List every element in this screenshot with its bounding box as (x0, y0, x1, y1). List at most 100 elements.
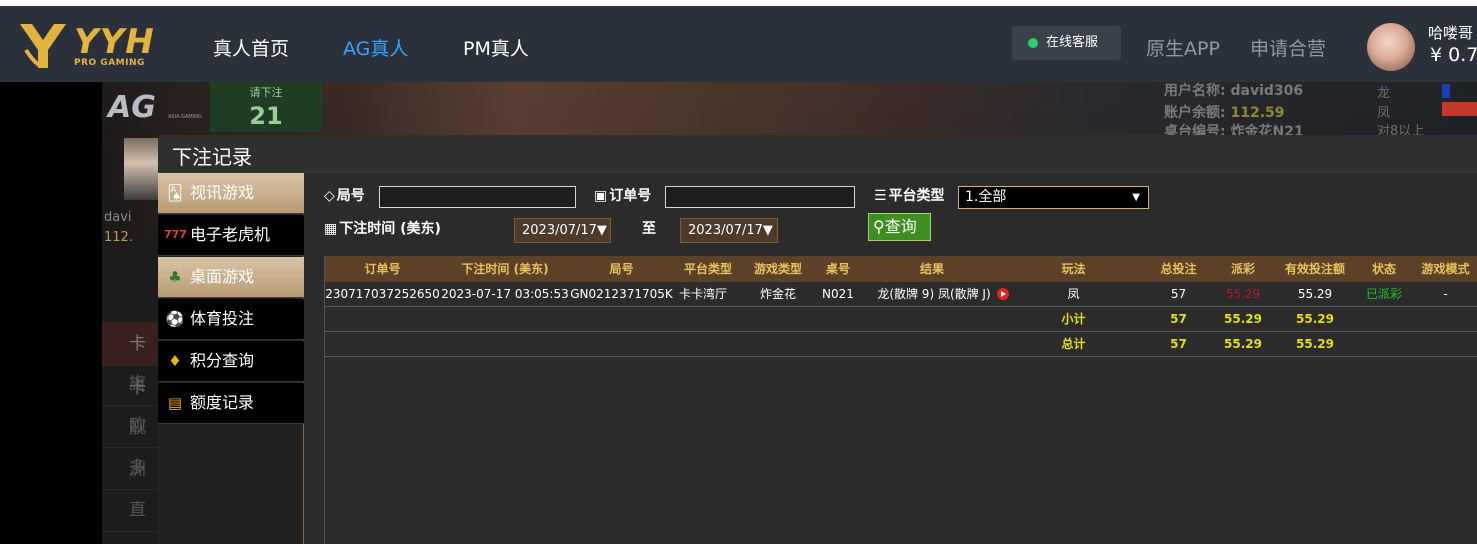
logo-text: YYH (74, 22, 155, 62)
round-input[interactable] (379, 186, 576, 208)
column-header: 游戏模式 (1421, 262, 1470, 276)
cell-platform: 卡卡湾厅 (678, 287, 727, 301)
bg-phoenix: 凤 (1377, 106, 1391, 121)
sidebar-item-slots[interactable]: 777 电子老虎机 (158, 215, 304, 256)
bg-blue-bar (1442, 84, 1450, 98)
table-row: 230717037252650 2023-07-17 03:05:53 GN02… (325, 282, 1477, 307)
cell-status: 已派彩 (1365, 287, 1402, 301)
cell-mode: - (1443, 287, 1448, 301)
user-avatar[interactable] (1367, 23, 1415, 71)
native-app-link[interactable]: 原生APP (1146, 34, 1220, 61)
logo-emblem-icon (20, 24, 66, 68)
top-header: YYH PRO GAMING 真人首页 AG真人 PM真人 在线客服 原生APP… (0, 6, 1477, 82)
cell-result: 龙(散牌 9) 凤(散牌 J) (863, 282, 1023, 306)
column-header: 平台类型 (683, 262, 732, 276)
bg-red-bar (1442, 102, 1477, 116)
total-row: 总计 57 55.29 55.29 (325, 332, 1477, 357)
bg-left-user: davi (104, 210, 132, 225)
user-name: 哈喽哥 (1428, 24, 1474, 42)
site-logo[interactable]: YYH PRO GAMING (18, 20, 154, 72)
bet-prompt: 请下注 (249, 86, 283, 99)
table-header: 订单号 下注时间 (美东) 局号 平台类型 游戏类型 桌号 结果 玩法 总投注 … (325, 256, 1477, 282)
column-header: 桌号 (825, 262, 850, 276)
cell-payout: 55.29 (1225, 287, 1261, 301)
cell-result-text: 龙(散牌 9) 凤(散牌 J) (877, 287, 991, 301)
sports-ball-icon: ⚽ (165, 310, 185, 328)
column-header: 订单号 (364, 262, 401, 276)
order-label-text: 订单号 (609, 188, 652, 204)
sidebar-item-label: 积分查询 (190, 351, 255, 370)
sidebar-item-label: 桌面游戏 (190, 267, 255, 286)
order-label: ▣ 订单号 (594, 185, 651, 205)
date-to-picker[interactable]: 2023/07/17▼ (680, 218, 778, 243)
platform-label: ☰ 平台类型 (874, 185, 945, 205)
sidebar-item-live-video[interactable]: 🂡 视讯游戏 (158, 173, 304, 214)
platform-select[interactable]: 1.全部 ▼ (958, 186, 1149, 209)
search-icon: ⚲ (873, 217, 885, 236)
calendar-icon: ▦ (324, 221, 338, 237)
bg-left-item: 直 (102, 488, 158, 532)
nav-pm-live[interactable]: PM真人 (463, 34, 529, 61)
column-header: 状态 (1371, 262, 1396, 276)
subtotal-valid-bet: 55.29 (1296, 312, 1334, 326)
cell-time: 2023-07-17 03:05:53 (441, 287, 569, 301)
sidebar-item-table-games[interactable]: ♣ 桌面游戏 (158, 257, 304, 298)
column-header: 游戏类型 (753, 262, 802, 276)
sidebar-item-label: 视讯游戏 (190, 183, 255, 202)
bg-left-item: 多 (102, 446, 158, 490)
cell-game: 炸金花 (759, 287, 796, 301)
document-icon: ▤ (167, 394, 183, 412)
chevron-down-icon: ▼ (1132, 192, 1140, 203)
sidebar-item-label: 体育投注 (190, 309, 255, 328)
column-header: 下注时间 (美东) (461, 262, 549, 276)
sidebar-item-sports[interactable]: ⚽ 体育投注 (158, 299, 304, 340)
query-button-label: 查询 (884, 217, 917, 236)
bg-player-photo (124, 138, 158, 200)
bet-record-modal: 下注记录 🂡 视讯游戏 777 电子老虎机 ♣ 桌面游戏 ⚽ 体育投注 ♦ 积分… (158, 135, 1477, 544)
bg-balance-info: 账户余额: 112.59 (1164, 102, 1285, 122)
bg-left-item: 欧洲 (102, 404, 158, 480)
logo-subtitle: PRO GAMING (74, 58, 145, 68)
column-header: 结果 (919, 262, 944, 276)
round-label-text: 局号 (336, 188, 365, 204)
subtotal-label: 小计 (1061, 312, 1086, 326)
bet-record-table: 订单号 下注时间 (美东) 局号 平台类型 游戏类型 桌号 结果 玩法 总投注 … (324, 256, 1477, 544)
ag-logo: AG (108, 90, 156, 125)
record-content: ◇ 局号 ▣ 订单号 ☰ 平台类型 1.全部 ▼ ▦ 下注时间 (美东) 2023/07… (324, 173, 1477, 544)
subtotal-payout: 55.29 (1224, 312, 1262, 326)
bet-countdown-number: 21 (249, 102, 283, 130)
apply-partner-link[interactable]: 申请合营 (1250, 34, 1326, 61)
online-service-button[interactable]: 在线客服 (1012, 26, 1121, 60)
bg-user-info: 用户名称: david306 (1164, 80, 1303, 100)
bet-time-label-text: 下注时间 (美东) (339, 221, 441, 237)
query-button[interactable]: ⚲查询 (868, 213, 931, 241)
column-header: 有效投注额 (1284, 262, 1345, 276)
nav-live-home[interactable]: 真人首页 (213, 34, 289, 61)
order-input[interactable] (665, 186, 855, 208)
column-header: 派彩 (1230, 262, 1255, 276)
bg-left-item: 旗舰 (102, 362, 158, 438)
sidebar-item-points[interactable]: ♦ 积分查询 (158, 341, 304, 382)
sidebar-item-label: 额度记录 (190, 393, 255, 412)
user-balance: ¥ 0.7 (1430, 44, 1477, 66)
list-icon: ☰ (874, 188, 887, 204)
platform-label-text: 平台类型 (888, 188, 945, 204)
nav-ag-live[interactable]: AG真人 (343, 34, 408, 61)
bg-balance-label: 账户余额: (1164, 105, 1226, 121)
bg-dragon: 龙 (1377, 86, 1391, 101)
total-payout: 55.29 (1224, 337, 1262, 351)
date-from-picker[interactable]: 2023/07/17▼ (514, 218, 611, 243)
sidebar-item-label: 电子老虎机 (190, 225, 271, 244)
ag-logo-subtitle: ASIA GAMING (168, 114, 202, 120)
modal-title: 下注记录 (172, 145, 252, 169)
online-status-dot-icon (1028, 38, 1038, 48)
cell-order: 230717037252650 (325, 287, 440, 301)
cell-table-no: N021 (822, 287, 854, 301)
to-label: 至 (642, 221, 656, 237)
platform-select-value: 1.全部 (965, 189, 1007, 205)
cards-icon: 🂡 (167, 184, 183, 202)
bg-user-value: david306 (1230, 83, 1304, 99)
modal-title-bar: 下注记录 (158, 135, 1477, 173)
sidebar-item-credit-record[interactable]: ▤ 额度记录 (158, 383, 304, 424)
cell-valid-bet: 55.29 (1297, 287, 1333, 301)
